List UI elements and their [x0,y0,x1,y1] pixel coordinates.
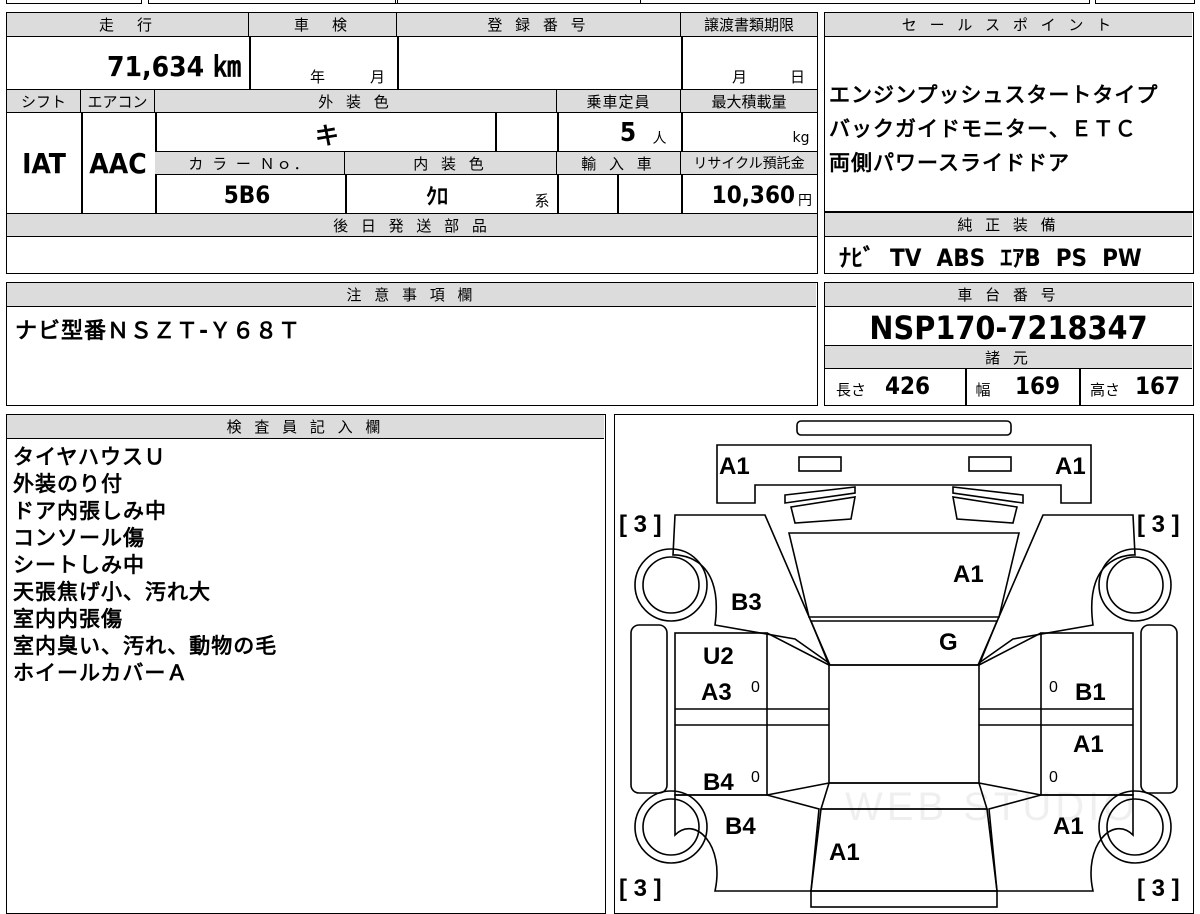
shift-header: シフト [7,89,81,113]
top-cropped-cell [395,0,641,4]
zero-mark: 0 [1049,769,1058,786]
inspector-line: 室内臭い、汚れ、動物の毛 [13,634,278,658]
interior-color-value: ｸﾛ [425,185,448,210]
interior-color-header: 内 装 色 [345,151,557,175]
damage-mark: A1 [1055,453,1086,480]
capacity-value: 5 [619,118,637,148]
aircon-value: AAC [89,146,147,180]
inspector-line: 外装のり付 [13,472,123,496]
damage-mark: G [939,629,958,656]
damage-mark: B3 [731,589,762,616]
mileage-value: 71,634 ㎞ [107,50,241,83]
width-value: 169 [1015,372,1061,400]
import-header: 輸 入 車 [557,151,681,175]
length-value: 426 [885,372,931,400]
sales-point-line: エンジンプッシュスタートタイプ [829,83,1159,107]
zero-mark: 0 [1049,679,1058,696]
inspector-line: 天張焦げ小、汚れ大 [13,580,211,604]
sales-point-line: 両側パワースライドドア [829,151,1070,175]
equipment-box: 純 正 装 備 ﾅﾋﾞ TV ABS ｴｱB PS PW [824,212,1194,274]
interior-color-suffix: 系 [534,191,550,210]
inspector-line: コンソール傷 [13,526,145,550]
zero-mark: 0 [751,679,760,696]
transfer-header: 譲渡書類期限 [681,13,817,37]
inspector-line: ホイールカバーＡ [13,661,189,685]
damage-mark: A3 [701,679,732,706]
later-parts-header: 後 日 発 送 部 品 [7,213,817,237]
chassis-box: 車 台 番 号 NSP170-7218347 諸 元 長さ 426 幅 169 … [824,282,1194,406]
damage-mark: A1 [719,453,750,480]
transfer-day: 日 [789,67,808,86]
transfer-month: 月 [731,67,750,86]
inspector-lines: タイヤハウスＵ 外装のり付 ドア内張しみ中 コンソール傷 シートしみ中 天張焦げ… [13,441,278,685]
height-value: 167 [1135,372,1181,400]
damage-mark: A1 [953,561,984,588]
tire-mark: [ 3 ] [619,875,662,902]
top-cropped-cell [148,0,398,4]
damage-mark: B4 [703,769,734,796]
color-no-header: カ ラ ー Ｎｏ． [155,151,345,175]
top-cropped-cell [640,0,1090,4]
top-cropped-cell [6,0,142,4]
inspection-header: 車 検 [249,13,397,37]
spec-header: 諸 元 [825,345,1192,369]
tire-mark: [ 3 ] [619,511,662,538]
width-label: 幅 [975,380,991,399]
color-no-value: 5B6 [223,181,271,209]
height-label: 高さ [1089,380,1120,399]
inspector-header: 検 査 員 記 入 欄 [7,415,604,439]
inspection-year: 年 [309,67,328,86]
capacity-header: 乗車定員 [557,89,681,113]
shift-value: IAT [22,146,66,180]
equipment-header: 純 正 装 備 [825,213,1192,237]
vehicle-info-table: 走 行 車 検 登 録 番 号 譲渡書類期限 71,634 ㎞ 年 月 月 日 … [6,12,818,274]
inspector-line: ドア内張しみ中 [13,499,167,523]
watermark: WEB STUDIO [845,785,1139,829]
car-outline [630,420,1178,908]
recycle-fee-unit: 円 [798,193,812,209]
inspector-box: 検 査 員 記 入 欄 タイヤハウスＵ 外装のり付 ドア内張しみ中 コンソール傷… [6,414,606,914]
damage-mark: B4 [725,813,756,840]
zero-mark: 0 [751,769,760,786]
inspector-line: タイヤハウスＵ [13,445,166,469]
damage-mark: A1 [1053,813,1084,840]
mileage-header: 走 行 [7,13,249,37]
sales-points-box: セ ー ル ス ポ イ ン ト エンジンプッシュスタートタイプ バックガイドモニ… [824,12,1194,212]
damage-mark: A1 [829,839,860,866]
notes-text: ナビ型番ＮＳＺＴ-Ｙ６８Ｔ [15,319,302,344]
chassis-header: 車 台 番 号 [825,283,1192,307]
notes-box: 注 意 事 項 欄 ナビ型番ＮＳＺＴ-Ｙ６８Ｔ [6,282,818,406]
recycle-header: リサイクル預託金 [681,151,817,175]
exterior-color-value: キ [315,121,339,150]
exterior-color-header: 外 装 色 [155,89,557,113]
car-diagram-box: WEB STUDIO A1 A1 A1 G B3 U2 A3 B1 A1 B4 … [614,414,1194,914]
inspector-line: 室内内張傷 [13,607,123,631]
recycle-fee-value: 10,360 [711,181,795,209]
aircon-header: エアコン [81,89,155,113]
max-load-unit: kg [792,130,810,146]
inspector-line: シートしみ中 [13,553,145,577]
top-cropped-cell [1095,0,1195,4]
chassis-number: NSP170-7218347 [869,309,1148,347]
registration-header: 登 録 番 号 [397,13,681,37]
sales-point-line: バックガイドモニター、ＥＴＣ [829,117,1137,141]
notes-header: 注 意 事 項 欄 [7,283,816,307]
max-load-header: 最大積載量 [681,89,817,113]
damage-mark: A1 [1073,731,1104,758]
equipment-items: ﾅﾋﾞ TV ABS ｴｱB PS PW [839,243,1142,272]
tire-mark: [ 3 ] [1137,875,1180,902]
sales-points-header: セ ー ル ス ポ イ ン ト [825,13,1192,37]
damage-mark: U2 [703,643,734,670]
tire-mark: [ 3 ] [1137,511,1180,538]
damage-mark: B1 [1075,679,1106,706]
inspection-month: 月 [369,67,388,86]
capacity-unit: 人 [652,131,670,147]
length-label: 長さ [835,380,866,399]
